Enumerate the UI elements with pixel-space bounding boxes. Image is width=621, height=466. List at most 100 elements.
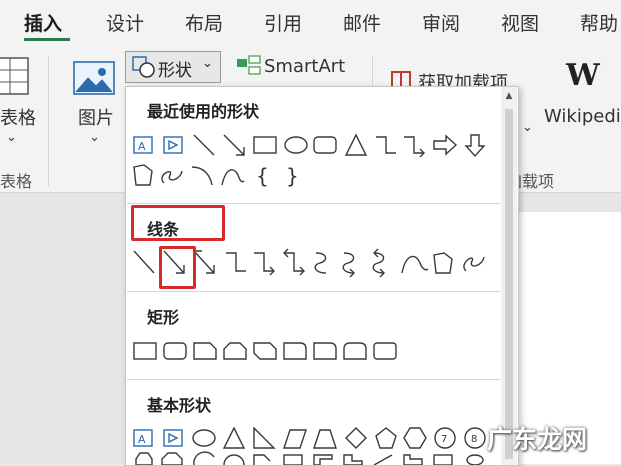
right-triangle-shape-icon[interactable] bbox=[253, 427, 276, 449]
scrollbar-thumb[interactable] bbox=[505, 109, 513, 459]
diamond-shape-icon[interactable] bbox=[345, 427, 367, 449]
oval-shape-icon[interactable] bbox=[284, 136, 308, 154]
smartart-button-label[interactable]: SmartArt bbox=[264, 56, 345, 77]
triangle-shape-icon[interactable] bbox=[344, 133, 368, 156]
section-title-basic-shapes: 基本形状 bbox=[147, 396, 212, 415]
left-brace-shape-icon[interactable]: { bbox=[256, 164, 269, 188]
line-shape-icon[interactable] bbox=[133, 250, 155, 274]
dropdown-scrollbar[interactable]: ▲ bbox=[501, 87, 517, 465]
addins-chevron-icon[interactable]: ⌄ bbox=[522, 120, 533, 135]
round-single-corner-rectangle-shape-icon[interactable] bbox=[313, 342, 337, 360]
curved-arrow-connector-shape-icon[interactable] bbox=[342, 252, 355, 278]
chevron-down-icon: ⌄ bbox=[202, 56, 213, 71]
snip-diagonal-rectangle-shape-icon[interactable] bbox=[253, 342, 277, 360]
scribble-shape-icon[interactable] bbox=[161, 170, 183, 184]
group-separator bbox=[48, 56, 49, 186]
table-button-label[interactable]: 表格 bbox=[0, 104, 36, 130]
shapes-dropdown: 最近使用的形状 A { } 线条 矩形 基本形状 A 7 8 ▲ bbox=[125, 86, 519, 466]
rectangles-gallery bbox=[133, 342, 397, 360]
recent-shapes-gallery: A { } bbox=[133, 133, 486, 188]
section-title-recent: 最近使用的形状 bbox=[147, 102, 260, 121]
elbow-connector-shape-icon[interactable] bbox=[226, 252, 246, 272]
line-double-arrow-shape-icon[interactable] bbox=[193, 250, 215, 274]
section-divider bbox=[127, 203, 500, 204]
down-arrow-shape-icon[interactable] bbox=[464, 134, 486, 158]
oval-shape-icon[interactable] bbox=[192, 429, 216, 447]
basic-shapes-gallery: A 7 8 bbox=[133, 427, 486, 465]
freeform-shape-icon[interactable] bbox=[433, 252, 453, 274]
hexagon-shape-icon[interactable] bbox=[403, 427, 427, 449]
rectangle-shape-icon[interactable] bbox=[253, 136, 277, 154]
elbow-double-arrow-connector-shape-icon[interactable] bbox=[283, 248, 305, 276]
right-brace-shape-icon[interactable]: } bbox=[286, 164, 299, 188]
shapes-icon bbox=[132, 56, 155, 78]
vertical-textbox-shape-icon[interactable] bbox=[163, 429, 183, 447]
heptagon-shape-icon[interactable]: 7 bbox=[434, 427, 456, 449]
vertical-textbox-shape-icon[interactable] bbox=[163, 136, 183, 154]
table-group-label: 表格 bbox=[0, 172, 33, 191]
tab-mailings[interactable]: 邮件 bbox=[343, 9, 381, 36]
shapes-button[interactable]: 形状 ⌄ bbox=[125, 51, 221, 83]
active-tab-indicator bbox=[24, 38, 70, 41]
ribbon-tab-bar: 插入 设计 布局 引用 邮件 审阅 视图 帮助 bbox=[0, 0, 621, 44]
wikipedia-logo-icon[interactable]: W bbox=[566, 58, 600, 93]
snip-round-rectangle-shape-icon[interactable] bbox=[283, 342, 307, 360]
svg-text:7: 7 bbox=[441, 434, 447, 445]
rounded-rectangle-shape-icon[interactable] bbox=[163, 342, 187, 360]
curved-double-arrow-connector-shape-icon[interactable] bbox=[372, 248, 385, 278]
tab-review[interactable]: 审阅 bbox=[422, 9, 460, 36]
round-diagonal-rectangle-shape-icon[interactable] bbox=[373, 342, 397, 360]
textbox-shape-icon[interactable]: A bbox=[133, 136, 153, 154]
tab-help[interactable]: 帮助 bbox=[580, 9, 618, 36]
rounded-rectangle-shape-icon[interactable] bbox=[313, 136, 337, 154]
snip-corner-rectangle-shape-icon[interactable] bbox=[193, 342, 217, 360]
tab-view[interactable]: 视图 bbox=[501, 9, 539, 36]
section-title-rectangles: 矩形 bbox=[147, 308, 180, 327]
section-divider bbox=[127, 291, 500, 292]
triangle-shape-icon[interactable] bbox=[222, 427, 246, 449]
textbox-shape-icon[interactable]: A bbox=[133, 429, 153, 447]
curved-connector-shape-icon[interactable] bbox=[314, 252, 327, 274]
trapezoid-shape-icon[interactable] bbox=[313, 429, 337, 449]
curve-shape-icon[interactable] bbox=[221, 169, 245, 186]
rectangle-shape-icon[interactable] bbox=[133, 342, 157, 360]
line-shape-icon[interactable] bbox=[193, 134, 215, 156]
tab-layout[interactable]: 布局 bbox=[185, 9, 223, 36]
tab-insert[interactable]: 插入 bbox=[24, 9, 62, 36]
lines-title-highlight bbox=[131, 205, 225, 241]
selected-arrow-highlight bbox=[159, 246, 196, 289]
parallelogram-shape-icon[interactable] bbox=[283, 429, 307, 449]
picture-icon[interactable] bbox=[72, 60, 118, 98]
decagon-shape-icon[interactable] bbox=[135, 452, 153, 465]
pentagon-shape-icon[interactable] bbox=[375, 427, 397, 449]
freeform-shape-icon[interactable] bbox=[133, 164, 153, 186]
svg-text:A: A bbox=[138, 140, 146, 153]
tab-design[interactable]: 设计 bbox=[106, 9, 144, 36]
tab-references[interactable]: 引用 bbox=[264, 9, 302, 36]
shapes-button-label: 形状 bbox=[158, 61, 192, 81]
elbow-arrow-connector-shape-icon[interactable] bbox=[404, 136, 425, 158]
curve-shape-icon[interactable] bbox=[401, 255, 429, 274]
table-icon[interactable] bbox=[0, 56, 32, 98]
right-arrow-shape-icon[interactable] bbox=[433, 134, 458, 156]
round-same-side-rectangle-shape-icon[interactable] bbox=[343, 342, 367, 360]
elbow-connector-shape-icon[interactable] bbox=[376, 136, 396, 154]
pie-shape-icon[interactable] bbox=[193, 451, 215, 465]
picture-button-label[interactable]: 图片 bbox=[78, 104, 114, 130]
wikipedia-button-label[interactable]: Wikipedi bbox=[544, 106, 621, 127]
basic-shapes-row-two bbox=[135, 451, 484, 465]
arc-shape-icon[interactable] bbox=[191, 166, 213, 186]
svg-text:8: 8 bbox=[471, 434, 477, 445]
svg-text:A: A bbox=[138, 433, 146, 446]
octagon-shape-icon[interactable]: 8 bbox=[464, 427, 486, 449]
dodecagon-shape-icon[interactable] bbox=[161, 452, 183, 465]
table-chevron-icon[interactable]: ⌄ bbox=[6, 130, 17, 145]
scribble-shape-icon[interactable] bbox=[463, 256, 485, 272]
picture-chevron-icon[interactable]: ⌄ bbox=[89, 130, 100, 145]
scroll-up-icon[interactable]: ▲ bbox=[501, 91, 517, 101]
elbow-arrow-connector-shape-icon[interactable] bbox=[254, 252, 275, 276]
smartart-icon[interactable] bbox=[236, 55, 262, 77]
arrow-line-shape-icon[interactable] bbox=[223, 134, 245, 156]
snip-same-side-rectangle-shape-icon[interactable] bbox=[223, 342, 247, 360]
watermark-logo: 广东龙网 bbox=[487, 425, 588, 454]
